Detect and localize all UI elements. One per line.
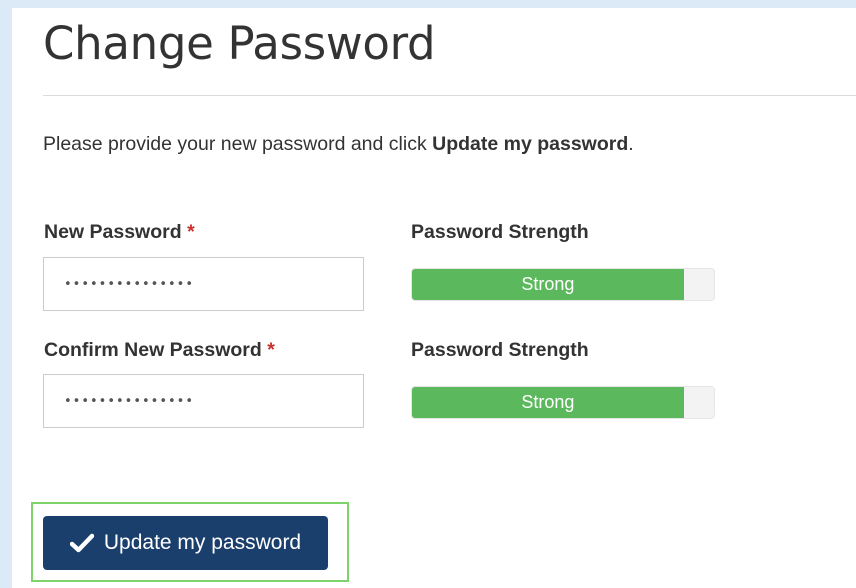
window-frame-left (0, 0, 12, 588)
new-password-label-text: New Password (44, 221, 182, 243)
new-password-label: New Password * (44, 219, 195, 245)
instructions-prefix: Please provide your new password and cli… (43, 133, 433, 155)
instructions-action-name: Update my password (432, 133, 629, 155)
update-password-button-label: Update my password (103, 531, 302, 554)
confirm-password-label-text: Confirm New Password (44, 339, 262, 361)
new-password-strength-meter: Strong (411, 268, 715, 301)
new-password-strength-label: Password Strength (411, 221, 589, 243)
page-title: Change Password (43, 17, 436, 70)
update-password-button[interactable]: Update my password (43, 516, 328, 570)
confirm-password-label: Confirm New Password * (44, 337, 275, 363)
new-password-strength-bar: Strong (412, 269, 684, 300)
window-frame-top (0, 0, 856, 8)
confirm-password-strength-bar: Strong (412, 387, 684, 418)
required-marker: * (267, 339, 275, 361)
instructions-text: Please provide your new password and cli… (43, 131, 634, 157)
new-password-input[interactable] (43, 257, 364, 311)
instructions-suffix: . (628, 133, 634, 155)
checkmark-icon (69, 533, 95, 553)
confirm-password-strength-label: Password Strength (411, 339, 589, 361)
confirm-password-input[interactable] (43, 374, 364, 428)
required-marker: * (187, 221, 195, 243)
confirm-password-strength-meter: Strong (411, 386, 715, 419)
title-divider (43, 95, 856, 96)
